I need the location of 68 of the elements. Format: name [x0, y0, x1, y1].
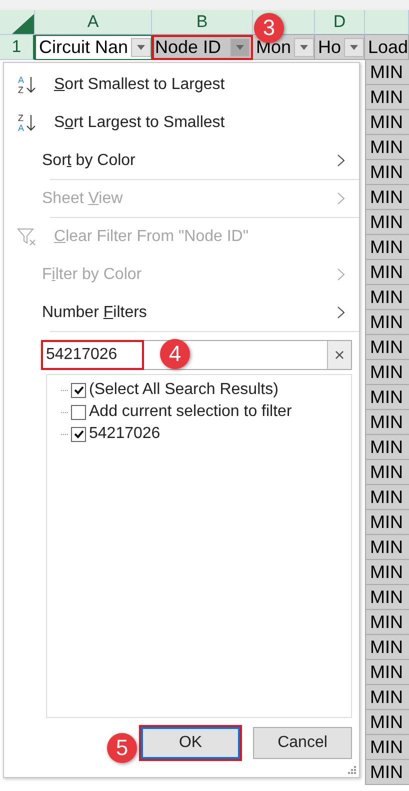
cancel-button[interactable]: Cancel	[253, 727, 352, 759]
menu-item[interactable]: Number Filters	[4, 294, 359, 332]
table-cell: MIN	[365, 760, 409, 785]
row-header[interactable]: 1	[0, 35, 35, 60]
table-cell: MIN	[365, 460, 409, 485]
table-cell: MIN	[365, 685, 409, 710]
menu-item[interactable]: A Z Sort Smallest to Largest	[4, 66, 359, 104]
caret-icon	[300, 44, 308, 50]
table-cell: MIN	[365, 360, 409, 385]
table-cell: MIN	[365, 210, 409, 235]
menu-item-label: Sort by Color	[42, 152, 136, 170]
checkbox-label: Add current selection to filter	[89, 403, 292, 421]
table-cell: MIN	[365, 585, 409, 610]
table-cell: MIN	[365, 385, 409, 410]
menu-item-label: Clear Filter From "Node ID"	[54, 228, 249, 246]
table-cell: MIN	[365, 635, 409, 660]
menu-item[interactable]: Sort by Color	[4, 142, 359, 180]
menu-item-label: Sort Largest to Smallest	[54, 114, 225, 132]
checkbox-label: (Select All Search Results)	[89, 381, 278, 399]
select-all-corner[interactable]	[0, 10, 35, 35]
table-cell: MIN	[365, 485, 409, 510]
header-cell-text: Ho	[318, 36, 342, 58]
column-header[interactable]: B	[152, 10, 253, 35]
filter-dropdown-button[interactable]	[230, 38, 250, 56]
clear-filter-icon	[17, 228, 37, 246]
table-cell: MIN	[365, 260, 409, 285]
table-cell: MIN	[365, 410, 409, 435]
table-cell: MIN	[365, 510, 409, 535]
menu-item-label: Sheet View	[42, 190, 123, 208]
table-cell: MIN	[365, 710, 409, 735]
menu-item-label: Number Filters	[42, 304, 147, 322]
table-cell: MIN	[365, 310, 409, 335]
table-cell: MIN	[365, 60, 409, 85]
ok-button[interactable]: OK	[141, 727, 240, 759]
checkbox[interactable]	[71, 382, 86, 398]
table-cell: MIN	[365, 660, 409, 685]
checkbox[interactable]	[71, 426, 86, 442]
table-cell: MIN	[365, 535, 409, 560]
table-cell: MIN	[365, 185, 409, 210]
filter-dropdown-button[interactable]	[131, 38, 151, 57]
caret-icon	[137, 45, 146, 50]
header-cell-text: Node ID	[155, 36, 222, 58]
table-cell: MIN	[365, 110, 409, 135]
caret-icon	[236, 44, 244, 50]
table-cell: MIN	[365, 735, 409, 760]
table-cell: MIN	[365, 435, 409, 460]
table-cell: MIN	[365, 135, 409, 160]
header-cell-text: Load	[368, 36, 408, 58]
column-header[interactable]: A	[35, 10, 152, 35]
menu-item-label: Filter by Color	[42, 266, 142, 284]
checkbox[interactable]	[71, 404, 86, 420]
table-cell: MIN	[365, 560, 409, 585]
table-cell: MIN	[365, 610, 409, 635]
menu-item[interactable]: Z A Sort Largest to Smallest	[4, 104, 359, 142]
table-cell: MIN	[365, 160, 409, 185]
column-header[interactable]: D	[315, 10, 365, 35]
table-cell: MIN	[365, 85, 409, 110]
clear-search-button[interactable]: ×	[327, 341, 351, 369]
header-cell-text: Circuit Nan	[39, 37, 128, 58]
caret-icon	[350, 44, 358, 50]
table-cell: MIN	[365, 285, 409, 310]
filter-dropdown-button[interactable]	[294, 38, 314, 56]
menu-item-label: Sort Smallest to Largest	[54, 76, 225, 94]
filter-dropdown-button[interactable]	[344, 38, 364, 56]
resize-grip-icon[interactable]	[347, 765, 357, 775]
table-cell: MIN	[365, 235, 409, 260]
checkbox-label: 54217026	[89, 425, 160, 443]
table-cell: MIN	[365, 335, 409, 360]
